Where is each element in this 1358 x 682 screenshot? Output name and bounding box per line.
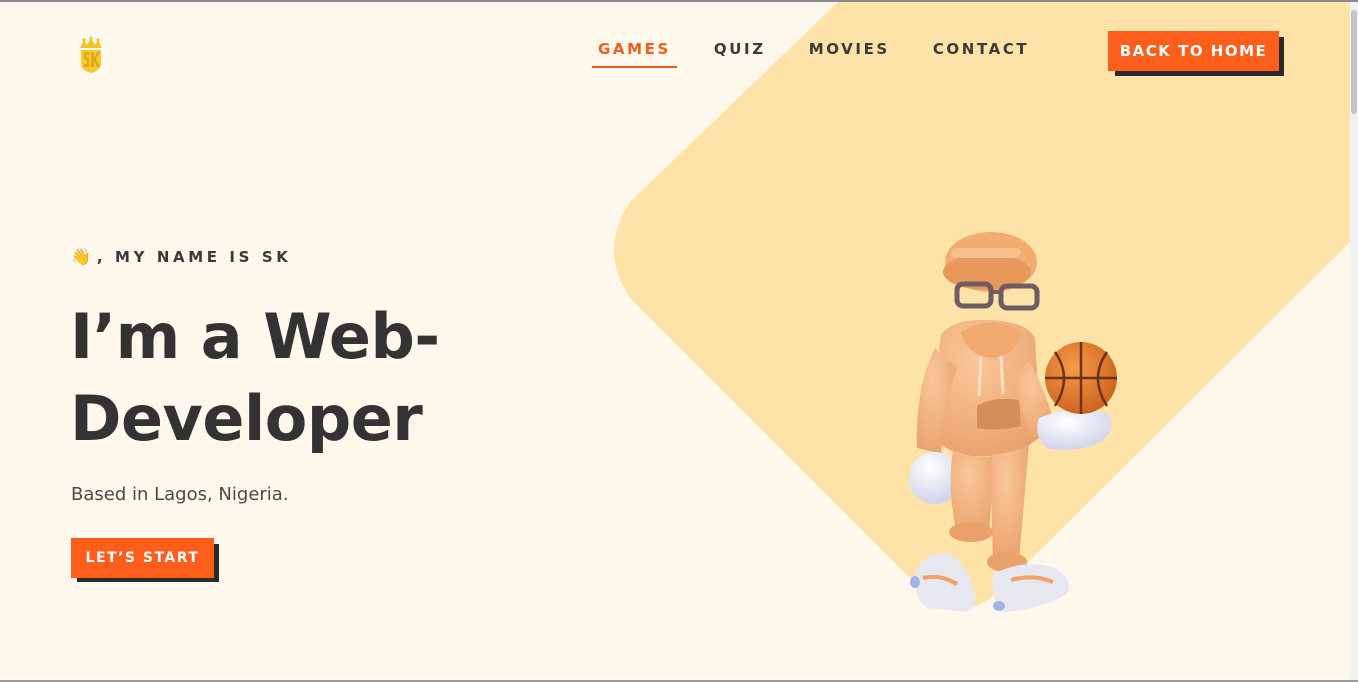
lets-start-button[interactable]: LET’S START — [71, 538, 214, 578]
lets-start-button-wrap: LET’S START — [71, 538, 219, 583]
headline-line-1: I’m a Web- — [70, 300, 440, 373]
main-nav: GAMES QUIZ MOVIES CONTACT — [592, 40, 1066, 68]
page-scrollbar[interactable] — [1350, 2, 1358, 680]
scrollbar-thumb[interactable] — [1351, 10, 1357, 114]
location-text: Based in Lagos, Nigeria. — [71, 484, 289, 505]
waving-hand-icon: 👋 — [71, 247, 91, 266]
headline-line-2: Developer — [70, 382, 423, 455]
nav-item-contact[interactable]: CONTACT — [927, 40, 1035, 68]
nav-item-movies[interactable]: MOVIES — [803, 40, 896, 68]
crown-sk-logo-icon[interactable] — [76, 36, 106, 74]
back-to-home-button[interactable]: BACK TO HOME — [1108, 31, 1279, 71]
3d-character-with-basketball-illustration — [909, 232, 1117, 612]
nav-item-games[interactable]: GAMES — [592, 40, 677, 68]
greeting-text: , MY NAME IS SK — [96, 248, 292, 266]
greeting-line: 👋 , MY NAME IS SK — [71, 247, 291, 267]
hero-headline: I’m a Web- Developer — [70, 296, 590, 460]
back-to-home-button-wrap: BACK TO HOME — [1108, 31, 1284, 76]
nav-item-quiz[interactable]: QUIZ — [708, 40, 772, 68]
